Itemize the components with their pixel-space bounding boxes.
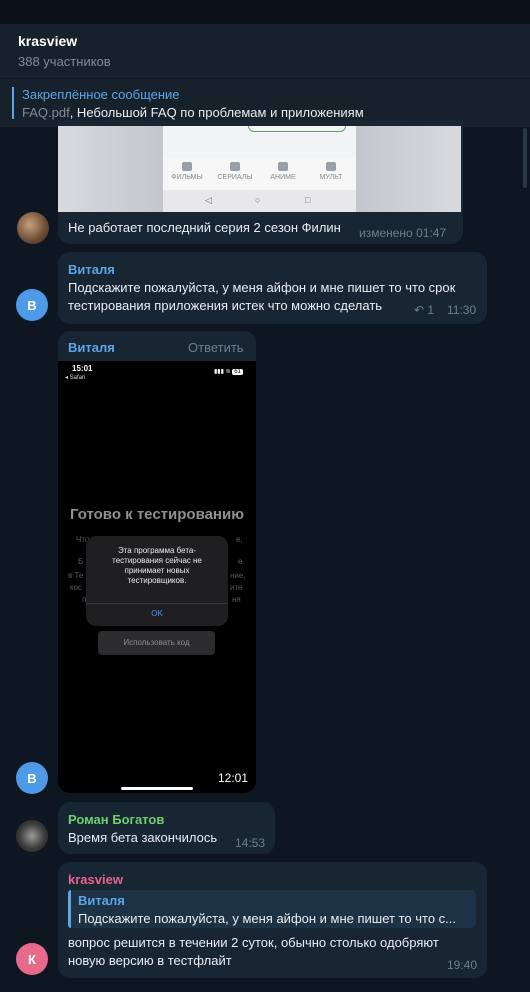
reply-count[interactable]: ↶ 1 bbox=[414, 303, 434, 317]
tab-anime: АНИМЕ bbox=[259, 162, 307, 181]
screenshot-button-edge bbox=[248, 126, 346, 132]
signal-icon: ▮▮▮ ≋ bbox=[214, 369, 233, 375]
sender-name[interactable]: Виталя bbox=[68, 340, 115, 355]
message-time: 11:30 bbox=[447, 303, 477, 317]
avatar[interactable]: В bbox=[16, 289, 48, 321]
background-text: в Те bbox=[68, 571, 84, 580]
member-count: 388 участников bbox=[18, 54, 111, 69]
scrollbar[interactable] bbox=[523, 128, 527, 188]
alert-dialog: Эта программа бета-тестирования сейчас н… bbox=[86, 536, 228, 626]
use-code-button: Использовать код bbox=[98, 631, 215, 655]
message-text: Не работает последний серия 2 сезон Фили… bbox=[68, 220, 341, 235]
message-time: 12:01 bbox=[217, 771, 248, 785]
app-tab-bar: ФИЛЬМЫ СЕРИАЛЫ АНИМЕ МУЛЬТ bbox=[163, 158, 356, 190]
battery-icon: 61 bbox=[232, 369, 243, 375]
message-time: 19:40 bbox=[447, 958, 478, 972]
tab-movies: ФИЛЬМЫ bbox=[163, 162, 211, 181]
sender-name[interactable]: Виталя bbox=[68, 262, 115, 277]
message-text: вопрос решится в течении 2 суток, обычно… bbox=[68, 935, 439, 968]
tab-label: ФИЛЬМЫ bbox=[171, 174, 203, 181]
image-background-right bbox=[356, 126, 461, 212]
sender-name[interactable]: Роман Богатов bbox=[68, 812, 164, 827]
testflight-heading: Готово к тестированию bbox=[69, 506, 245, 523]
quote-sender: Виталя bbox=[78, 893, 125, 908]
background-text: е, bbox=[236, 535, 243, 544]
alert-divider bbox=[86, 603, 228, 604]
reply-count-value: 1 bbox=[427, 303, 435, 317]
chat-header[interactable]: krasview 388 участников bbox=[0, 24, 530, 78]
window-top-strip bbox=[0, 0, 530, 24]
message-time: 14:53 bbox=[235, 836, 266, 850]
status-icons: ▮▮▮ ≋ 61 bbox=[214, 368, 243, 375]
background-text: е bbox=[238, 557, 243, 566]
avatar[interactable]: В bbox=[16, 762, 48, 794]
chat-title: krasview bbox=[18, 33, 78, 49]
message-image[interactable]: ФИЛЬМЫ СЕРИАЛЫ АНИМЕ МУЛЬТ ◁ ○ □ bbox=[58, 126, 463, 212]
anime-icon bbox=[278, 162, 288, 171]
pinned-file-name: FAQ.pdf bbox=[22, 105, 70, 120]
home-indicator bbox=[121, 787, 193, 790]
pinned-description: , Небольшой FAQ по проблемам и приложени… bbox=[69, 105, 364, 120]
quote-bar bbox=[68, 890, 71, 928]
tab-series: СЕРИАЛЫ bbox=[211, 162, 259, 181]
tab-label: АНИМЕ bbox=[270, 174, 296, 181]
safari-back-link: ◂ Safari bbox=[65, 375, 86, 381]
reply-quote[interactable]: Виталя Подскажите пожалуйста, у меня айф… bbox=[68, 890, 476, 928]
reply-arrow-icon: ↶ bbox=[414, 303, 428, 317]
message-text: Время бета закончилось bbox=[68, 830, 218, 845]
background-text: ние, bbox=[230, 571, 246, 580]
android-nav-bar: ◁ ○ □ bbox=[163, 190, 356, 212]
tab-label: СЕРИАЛЫ bbox=[217, 174, 253, 181]
image-background-left bbox=[58, 126, 163, 212]
back-nav-icon: ◁ bbox=[205, 195, 212, 205]
pinned-label: Закреплённое сообщение bbox=[22, 87, 180, 102]
film-icon bbox=[182, 162, 192, 171]
quote-text: Подскажите пожалуйста, у меня айфон и мн… bbox=[78, 911, 456, 926]
avatar[interactable] bbox=[16, 820, 48, 852]
sender-name[interactable]: krasview bbox=[68, 872, 123, 887]
balloon-icon bbox=[326, 162, 336, 171]
avatar[interactable] bbox=[17, 212, 49, 244]
pinned-text: FAQ.pdf, Небольшой FAQ по проблемам и пр… bbox=[22, 105, 364, 120]
tab-cartoons: МУЛЬТ bbox=[307, 162, 355, 181]
background-text: Б bbox=[78, 557, 84, 566]
message-image[interactable]: 15:01 ◂ Safari ▮▮▮ ≋ 61 Готово к тестиро… bbox=[58, 361, 256, 793]
background-text: кос bbox=[70, 583, 83, 592]
background-text: ите bbox=[230, 583, 243, 592]
tab-label: МУЛЬТ bbox=[319, 174, 343, 181]
pinned-indicator bbox=[12, 87, 14, 119]
background-text: ня bbox=[232, 595, 241, 604]
recents-nav-icon: □ bbox=[305, 195, 311, 205]
phone-clock: 15:01 bbox=[72, 364, 93, 373]
message-time: изменено 01:47 bbox=[359, 226, 447, 240]
alert-text: Эта программа бета-тестирования сейчас н… bbox=[112, 546, 202, 585]
tv-icon bbox=[230, 162, 240, 171]
reply-button[interactable]: Ответить bbox=[188, 340, 244, 355]
home-nav-icon: ○ bbox=[255, 195, 261, 205]
alert-ok-button: OK bbox=[151, 609, 163, 618]
app-screenshot: ФИЛЬМЫ СЕРИАЛЫ АНИМЕ МУЛЬТ ◁ ○ □ bbox=[163, 126, 356, 212]
avatar[interactable]: К bbox=[16, 943, 48, 975]
